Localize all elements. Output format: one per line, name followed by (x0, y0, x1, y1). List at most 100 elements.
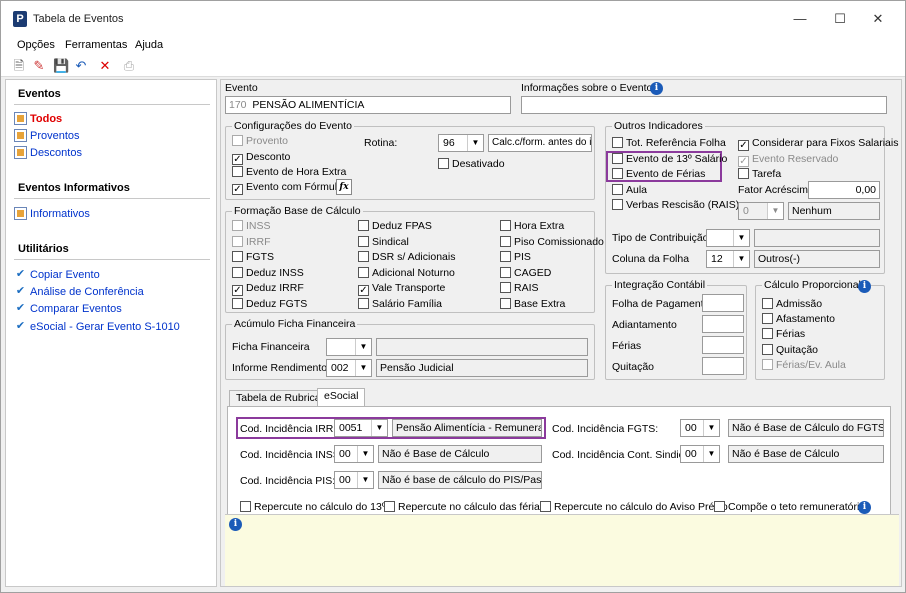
sidebar-item-todos[interactable]: Todos (14, 112, 62, 126)
sidebar-section-utilitarios: Utilitários (18, 243, 69, 255)
delete-icon[interactable]: ✕ (97, 58, 113, 74)
menu-ferramentas[interactable]: Ferramentas (65, 39, 127, 51)
menu-ajuda[interactable]: Ajuda (135, 39, 163, 51)
config-group-title: Configurações do Evento (232, 120, 354, 132)
ferias-aula-checkbox[interactable]: Férias/Ev. Aula (762, 359, 846, 373)
com-formula-checkbox[interactable]: ✓ Evento com Fórmula (232, 181, 343, 195)
hora-extra-checkbox[interactable]: Evento de Hora Extra (232, 166, 346, 180)
tot-ref-checkbox[interactable]: Tot. Referência Folha (612, 137, 726, 151)
repercute-ferias-checkbox[interactable]: Repercute no cálculo das férias (384, 501, 545, 515)
irrf-checkbox[interactable]: IRRF (232, 236, 271, 250)
new-document-icon[interactable]: 🗎 (11, 58, 27, 74)
irrf-code-select[interactable]: 0051 ▼ (334, 419, 388, 437)
close-icon[interactable]: ✕ (863, 7, 893, 31)
maximize-icon[interactable]: ☐ (825, 7, 855, 31)
informe-select[interactable]: 002 ▼ (326, 359, 372, 377)
info-icon[interactable]: i (858, 280, 871, 293)
pis-checkbox[interactable]: PIS (500, 251, 531, 265)
afastamento-checkbox[interactable]: Afastamento (762, 313, 835, 327)
deduz-fpas-checkbox[interactable]: Deduz FPAS (358, 220, 432, 234)
decimo-checkbox[interactable]: Evento de 13º Salário (612, 153, 727, 167)
checkbox-label: FGTS (246, 251, 274, 263)
hora-extra-base-checkbox[interactable]: Hora Extra (500, 220, 564, 234)
fixos-checkbox[interactable]: ✓ Considerar para Fixos Salariais (738, 137, 898, 151)
minimize-icon[interactable]: — (785, 7, 815, 31)
adiantamento-input[interactable] (702, 315, 744, 333)
checkbox-label: Afastamento (776, 313, 835, 325)
adicional-noturno-checkbox[interactable]: Adicional Noturno (358, 267, 455, 281)
edit-icon[interactable]: ✎ (31, 58, 47, 74)
aula-checkbox[interactable]: Aula (612, 184, 647, 198)
ferias-prop-checkbox[interactable]: Férias (762, 328, 805, 342)
fgts-checkbox[interactable]: FGTS (232, 251, 274, 265)
tipo-contrib-select[interactable]: ▼ (706, 229, 750, 247)
verbas-checkbox[interactable]: Verbas Rescisão (RAIS) (612, 199, 739, 213)
formula-icon[interactable]: fx (336, 179, 352, 195)
ferias-checkbox[interactable]: Evento de Férias (612, 168, 705, 182)
menu-opcoes[interactable]: Opções (17, 39, 55, 51)
sindical-code-select[interactable]: 00 ▼ (680, 445, 720, 463)
sidebar-item-descontos[interactable]: Descontos (14, 146, 82, 160)
deduz-irrf-checkbox[interactable]: ✓ Deduz IRRF (232, 282, 304, 296)
sidebar-item-analise-conferencia[interactable]: ✔ Análise de Conferência (16, 285, 144, 299)
caged-checkbox[interactable]: CAGED (500, 267, 551, 281)
provento-checkbox[interactable]: Provento (232, 135, 288, 149)
fgts-code-label: Cod. Incidência FGTS: (552, 423, 659, 435)
folha-pagamento-input[interactable] (702, 294, 744, 312)
undo-icon[interactable]: ↶ (73, 58, 89, 74)
inss-checkbox[interactable]: INSS (232, 220, 271, 234)
quitacao-prop-checkbox[interactable]: Quitação (762, 344, 818, 358)
desconto-checkbox[interactable]: ✓ Desconto (232, 151, 290, 165)
info-evento-field[interactable] (521, 96, 887, 114)
base-extra-checkbox[interactable]: Base Extra (500, 298, 565, 312)
save-icon[interactable]: 💾 (53, 58, 69, 74)
pis-code-select[interactable]: 00 ▼ (334, 471, 374, 489)
checkbox-label: Evento de Férias (626, 168, 706, 180)
coluna-select[interactable]: 12 ▼ (706, 250, 750, 268)
informe-desc: Pensão Judicial (376, 359, 588, 377)
reservado-checkbox[interactable]: ✓ Evento Reservado (738, 153, 838, 167)
teto-remuneratorio-checkbox[interactable]: Compõe o teto remuneratório (714, 501, 865, 515)
deduz-fgts-checkbox[interactable]: Deduz FGTS (232, 298, 307, 312)
info-icon[interactable]: i (650, 82, 663, 95)
acumulo-group: Acúmulo Ficha Financeira Ficha Financeir… (225, 318, 595, 380)
repercute-aviso-checkbox[interactable]: Repercute no cálculo do Aviso Prévio (540, 501, 728, 515)
dsr-checkbox[interactable]: DSR s/ Adicionais (358, 251, 455, 265)
tarefa-checkbox[interactable]: Tarefa (738, 168, 781, 182)
sindical-checkbox[interactable]: Sindical (358, 236, 409, 250)
rais-checkbox[interactable]: RAIS (500, 282, 539, 296)
fgts-code-select[interactable]: 00 ▼ (680, 419, 720, 437)
sidebar-item-copiar-evento[interactable]: ✔ Copiar Evento (16, 268, 100, 282)
ficha-select[interactable]: ▼ (326, 338, 372, 356)
sidebar-section-informativos: Eventos Informativos (18, 182, 130, 194)
tipo-contrib-desc (754, 229, 880, 247)
vale-transporte-checkbox[interactable]: ✓ Vale Transporte (358, 282, 445, 296)
ferias-input[interactable] (702, 336, 744, 354)
rotina-select[interactable]: 96 ▼ (438, 134, 484, 152)
print-icon[interactable]: ⎙ (121, 58, 137, 74)
sidebar-item-proventos[interactable]: Proventos (14, 129, 80, 143)
table-icon (14, 146, 27, 159)
checkbox-label: IRRF (246, 236, 271, 248)
sidebar-item-informativos[interactable]: Informativos (14, 207, 90, 221)
tab-esocial[interactable]: eSocial (317, 388, 366, 406)
evento-field[interactable]: 170 PENSÃO ALIMENTÍCIA (225, 96, 511, 114)
admissao-checkbox[interactable]: Admissão (762, 298, 822, 312)
tipo-contrib-label: Tipo de Contribuição (612, 232, 709, 244)
desativado-checkbox[interactable]: Desativado (438, 158, 505, 172)
verbas-select[interactable]: 0 ▼ (738, 202, 784, 220)
fator-input[interactable]: 0,00 (808, 181, 880, 199)
inss-code-select[interactable]: 00 ▼ (334, 445, 374, 463)
info-icon[interactable]: i (858, 501, 871, 514)
repercute-13-checkbox[interactable]: Repercute no cálculo do 13º (240, 501, 386, 515)
quitacao-input[interactable] (702, 357, 744, 375)
checkbox-label: Tarefa (752, 168, 782, 180)
sidebar-item-label: Comparar Eventos (30, 303, 122, 315)
salario-familia-checkbox[interactable]: Salário Família (358, 298, 442, 312)
checkbox-label: Repercute no cálculo das férias (398, 501, 546, 513)
sidebar-item-esocial-gerar[interactable]: ✔ eSocial - Gerar Evento S-1010 (16, 320, 180, 334)
deduz-inss-checkbox[interactable]: Deduz INSS (232, 267, 304, 281)
sidebar-item-comparar-eventos[interactable]: ✔ Comparar Eventos (16, 302, 122, 316)
piso-comissionado-checkbox[interactable]: Piso Comissionado (500, 236, 604, 250)
integracao-label: Quitação (612, 361, 655, 373)
